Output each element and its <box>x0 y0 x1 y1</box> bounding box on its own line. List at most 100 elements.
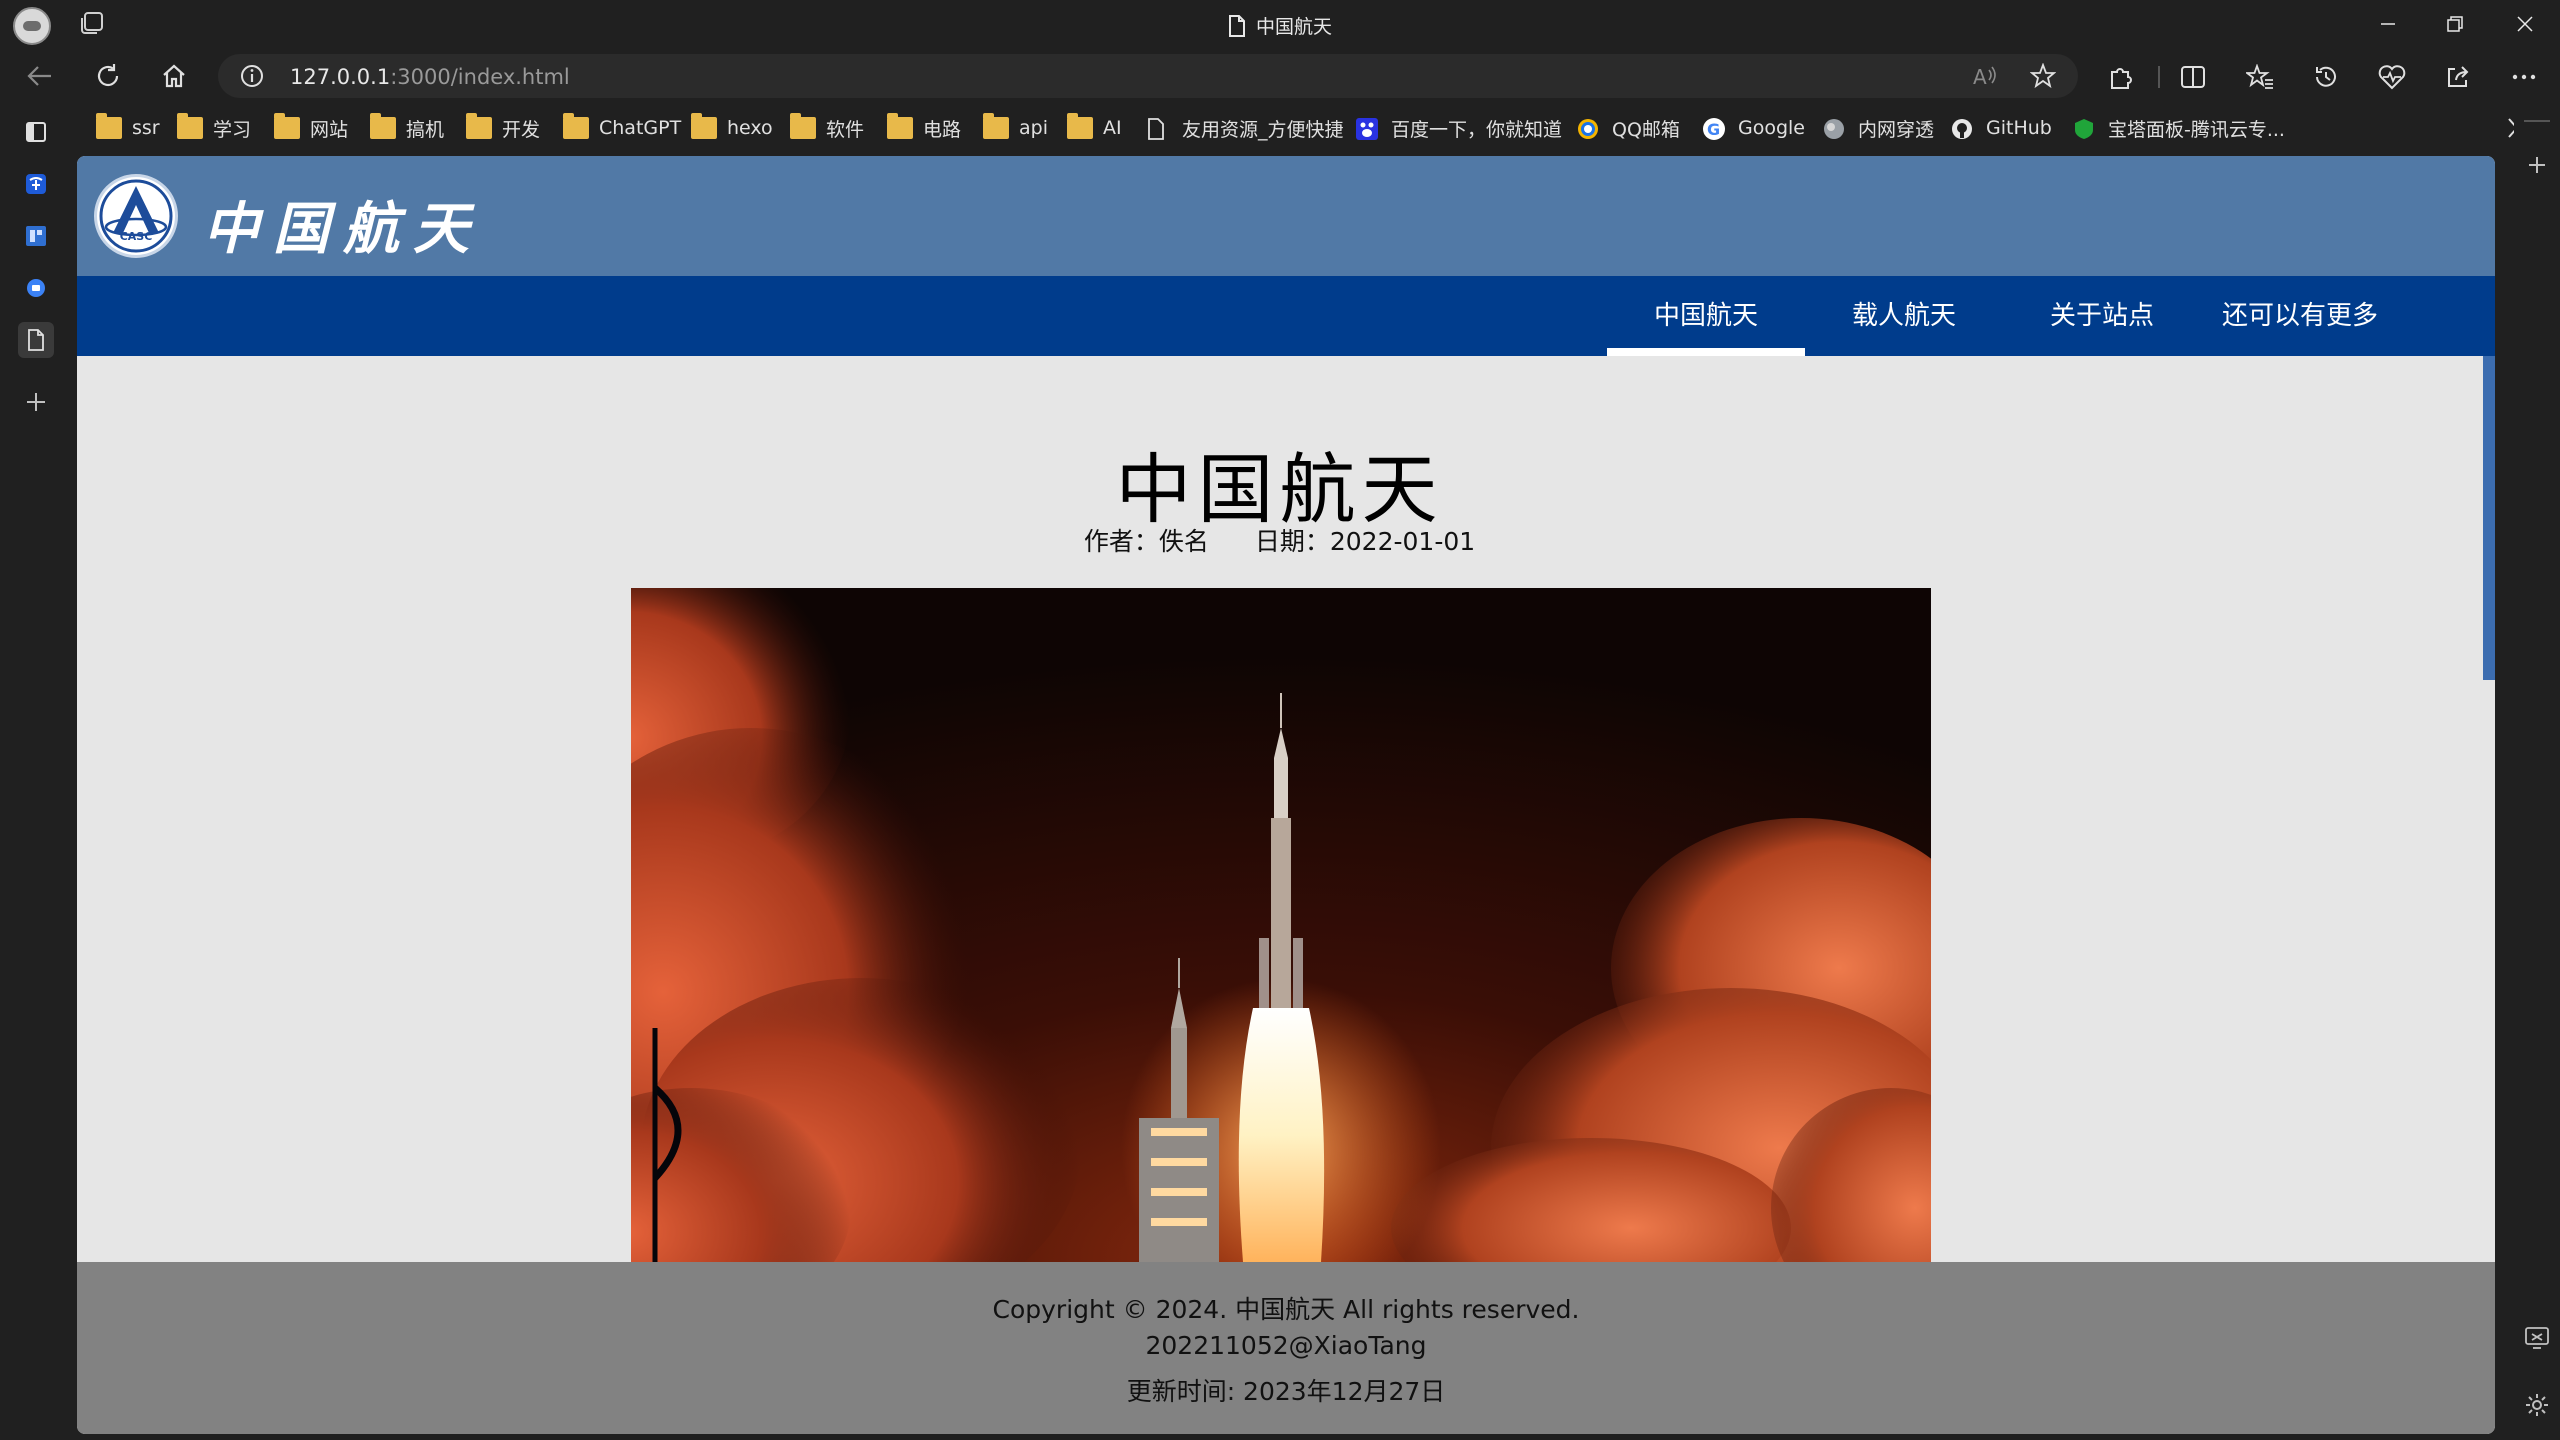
url-text[interactable]: 127.0.0.1:3000/index.html <box>290 65 570 89</box>
bookmark-google[interactable]: G Google <box>1702 114 1805 142</box>
add-sidebar-app-plus-icon[interactable] <box>2526 154 2548 180</box>
sidebar-tab-app-icon[interactable] <box>18 218 54 254</box>
site-navigation: 中国航天 载人航天 关于站点 还可以有更多 <box>77 276 2495 356</box>
folder-icon <box>177 113 203 139</box>
bookmark-folder-hexo[interactable]: hexo <box>691 113 773 142</box>
bookmark-folder-ai[interactable]: AI <box>1067 113 1122 142</box>
minimize-button[interactable] <box>2358 4 2418 44</box>
folder-icon <box>466 113 492 139</box>
site-footer: Copyright © 2024. 中国航天 All rights reserv… <box>77 1262 2495 1434</box>
sidebar-settings-gear-icon[interactable] <box>2524 1392 2550 1422</box>
new-tab-plus-icon[interactable] <box>18 384 54 420</box>
folder-icon <box>1067 113 1093 139</box>
bookmark-label: api <box>1019 117 1048 139</box>
nav-item-about-site[interactable]: 关于站点 <box>2003 276 2201 356</box>
page-document-icon <box>1228 15 1246 42</box>
folder-icon <box>691 113 717 139</box>
sidebar-divider <box>2524 120 2550 122</box>
bookmark-label: 软件 <box>826 118 865 141</box>
google-icon: G <box>1702 117 1728 140</box>
url-host: 127.0.0.1 <box>290 65 391 89</box>
casc-logo[interactable]: CASC <box>94 174 178 258</box>
folder-icon <box>370 113 396 139</box>
bookmark-folder-sites[interactable]: 网站 <box>274 113 349 142</box>
bookmark-folder-circuits[interactable]: 电路 <box>887 113 962 142</box>
page-scrollbar[interactable] <box>2482 356 2495 1262</box>
bookmark-folder-chatgpt[interactable]: ChatGPT <box>563 113 682 142</box>
sidebar-tab-chat-icon[interactable] <box>18 270 54 306</box>
window-title: 中国航天 <box>0 12 2560 42</box>
bookmark-label: ssr <box>132 117 160 139</box>
site-logo-title[interactable]: 中国航天 <box>203 184 483 265</box>
close-window-button[interactable] <box>2495 4 2555 44</box>
article-author: 作者：佚名 <box>1083 527 1209 556</box>
split-screen-icon[interactable] <box>2176 60 2210 94</box>
sidebar-tab-telecom-icon[interactable] <box>18 166 54 202</box>
bookmark-github[interactable]: GitHub <box>1950 114 2052 142</box>
bookmark-folder-dev[interactable]: 开发 <box>466 113 541 142</box>
more-menu-icon[interactable] <box>2507 60 2541 94</box>
page-icon <box>1146 117 1172 140</box>
bookmark-qqmail[interactable]: QQ邮箱 <box>1576 114 1680 142</box>
site-info-icon[interactable] <box>240 64 264 92</box>
window-title-text: 中国航天 <box>1255 16 1332 38</box>
bookmarks-bar: ssr 学习 网站 搞机 开发 ChatGPT hexo 软件 电路 api A… <box>80 104 2560 152</box>
bookmark-folder-software[interactable]: 软件 <box>790 113 865 142</box>
bookmark-label: 网站 <box>310 118 349 141</box>
baidu-icon <box>1355 117 1381 140</box>
bookmark-baidu[interactable]: 百度一下，你就知道 <box>1355 114 1562 142</box>
footer-student-id: 202211052@XiaoTang <box>1145 1331 1427 1360</box>
bookmark-folder-ssr[interactable]: ssr <box>96 113 160 142</box>
web-page-viewport: CASC 中国航天 中国航天 载人航天 关于站点 还可以有更多 中国航天 作者：… <box>77 156 2495 1434</box>
page-scrollbar-thumb[interactable] <box>2483 356 2495 680</box>
svg-text:A: A <box>1973 65 1987 88</box>
bookmark-baota[interactable]: 宝塔面板-腾讯云专... <box>2072 114 2285 142</box>
baota-icon <box>2072 117 2098 139</box>
sidebar-tab-current-page-icon[interactable] <box>18 322 54 358</box>
read-aloud-icon[interactable]: A <box>1972 64 1998 92</box>
bookmark-label: 搞机 <box>406 118 445 141</box>
footer-updated-time: 更新时间: 2023年12月27日 <box>1126 1377 1446 1406</box>
refresh-button[interactable] <box>88 58 128 94</box>
screenshot-capture-icon[interactable] <box>2524 1326 2550 1354</box>
folder-icon <box>96 113 122 139</box>
bookmark-intranet[interactable]: 内网穿透 <box>1822 114 1934 142</box>
browser-toolbar: 127.0.0.1:3000/index.html A <box>0 48 2560 104</box>
back-button[interactable] <box>20 58 60 94</box>
bookmark-label: QQ邮箱 <box>1612 118 1680 141</box>
favorites-icon[interactable] <box>2243 60 2277 94</box>
nav-item-china-aerospace[interactable]: 中国航天 <box>1607 276 1805 356</box>
bookmark-resources[interactable]: 友用资源_方便快捷 <box>1146 114 1344 142</box>
browser-essentials-icon[interactable] <box>2375 60 2409 94</box>
bookmark-label: 学习 <box>213 118 252 141</box>
article-date: 日期：2022-01-01 <box>1254 527 1476 556</box>
nav-item-crewed-spaceflight[interactable]: 载人航天 <box>1805 276 2003 356</box>
bookmark-folder-tinkering[interactable]: 搞机 <box>370 113 445 142</box>
restore-button[interactable] <box>2425 4 2485 44</box>
nav-item-more[interactable]: 还可以有更多 <box>2201 276 2399 356</box>
article-meta: 作者：佚名 日期：2022-01-01 <box>77 522 2482 558</box>
address-bar[interactable]: 127.0.0.1:3000/index.html A <box>218 54 2078 98</box>
qq-mail-icon <box>1576 117 1602 139</box>
home-button[interactable] <box>154 58 194 94</box>
bookmark-label: 内网穿透 <box>1858 118 1935 141</box>
bookmark-label: 开发 <box>502 118 541 141</box>
folder-icon <box>790 113 816 139</box>
github-icon <box>1950 117 1976 139</box>
bookmark-folder-api[interactable]: api <box>983 113 1048 142</box>
folder-icon <box>887 113 913 139</box>
bookmark-label: ChatGPT <box>599 117 682 139</box>
bookmark-folder-study[interactable]: 学习 <box>177 113 252 142</box>
browser-title-bar: 中国航天 <box>0 0 2560 48</box>
favorite-star-icon[interactable] <box>2029 62 2057 93</box>
main-content: 中国航天 作者：佚名 日期：2022-01-01 <box>77 356 2482 1262</box>
folder-icon <box>274 113 300 139</box>
history-icon[interactable] <box>2309 60 2343 94</box>
folder-icon <box>563 113 589 139</box>
bookmark-label: 电路 <box>923 118 962 141</box>
logo-badge-text: CASC <box>120 230 153 243</box>
bookmark-label: 友用资源_方便快捷 <box>1182 118 1344 141</box>
tab-panel-icon[interactable] <box>18 114 54 150</box>
share-icon[interactable] <box>2441 60 2475 94</box>
extensions-icon[interactable] <box>2103 60 2137 94</box>
